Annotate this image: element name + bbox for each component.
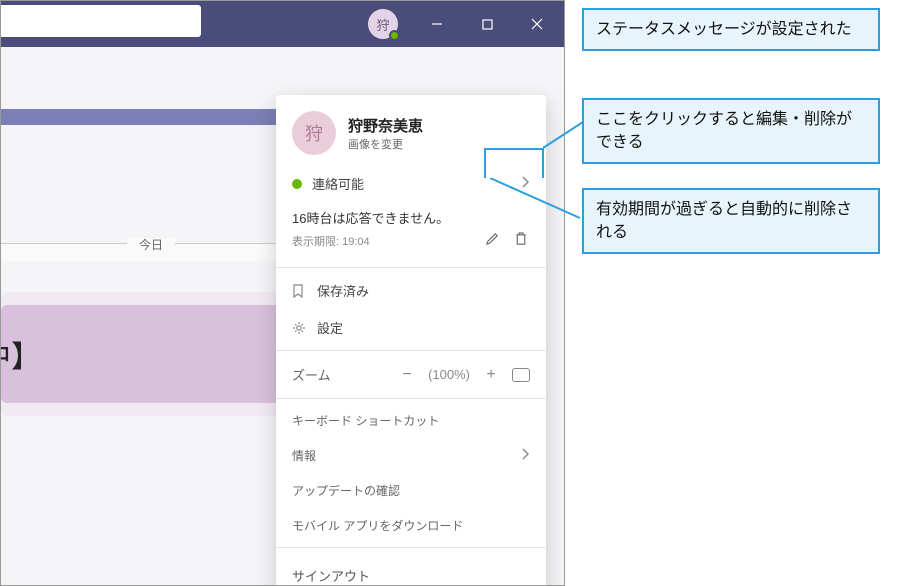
callout-1: ステータスメッセージが設定された: [582, 8, 880, 51]
check-updates-menu-item[interactable]: アップデートの確認: [276, 473, 546, 508]
info-label: 情報: [292, 447, 316, 464]
zoom-in-button[interactable]: +: [484, 366, 498, 384]
mobile-label: モバイル アプリをダウンロード: [292, 517, 463, 534]
change-image-link[interactable]: 画像を変更: [348, 136, 423, 152]
profile-name: 狩野奈美恵: [348, 115, 423, 136]
bookmark-icon: [292, 284, 307, 298]
minimize-button[interactable]: [416, 9, 458, 39]
date-separator: 今日: [1, 243, 301, 261]
titlebar: 狩: [1, 1, 564, 47]
settings-label: 設定: [317, 318, 343, 337]
header-strip: [1, 109, 301, 125]
status-available-icon: [292, 179, 302, 189]
settings-menu-item[interactable]: 設定: [276, 309, 546, 346]
updates-label: アップデートの確認: [292, 482, 400, 499]
banner-text: 日中】: [0, 332, 41, 376]
user-avatar-button[interactable]: 狩: [368, 9, 398, 39]
profile-header: 狩 狩野奈美恵 画像を変更: [276, 95, 546, 165]
search-input[interactable]: [0, 5, 201, 37]
close-button[interactable]: [516, 9, 558, 39]
separator: [276, 350, 546, 351]
app-window: 狩 今日 日中】 狩 狩野奈美恵 画像を変更: [0, 0, 565, 586]
app-content: 今日 日中】 狩 狩野奈美恵 画像を変更 連絡可能 16時台は応答: [1, 47, 564, 586]
shortcuts-menu-item[interactable]: キーボード ショートカット: [276, 403, 546, 438]
separator: [276, 398, 546, 399]
shortcuts-label: キーボード ショートカット: [292, 412, 439, 429]
zoom-value: (100%): [428, 367, 470, 382]
fullscreen-button[interactable]: [512, 368, 530, 382]
channel-banner: 日中】: [1, 305, 301, 403]
status-label: 連絡可能: [312, 174, 364, 193]
zoom-row: ズーム − (100%) +: [276, 355, 546, 394]
download-mobile-menu-item[interactable]: モバイル アプリをダウンロード: [276, 508, 546, 543]
info-menu-item[interactable]: 情報: [276, 438, 546, 473]
chevron-right-icon: [522, 448, 530, 463]
zoom-label: ズーム: [292, 365, 331, 384]
profile-popup: 狩 狩野奈美恵 画像を変更 連絡可能 16時台は応答できません。 表示期限: 1…: [276, 95, 546, 586]
zoom-out-button[interactable]: −: [400, 366, 414, 384]
delete-status-button[interactable]: [514, 231, 528, 251]
signout-menu-item[interactable]: サインアウト: [276, 552, 546, 586]
saved-label: 保存済み: [317, 281, 369, 300]
gear-icon: [292, 321, 307, 335]
callout-2: ここをクリックすると編集・削除ができる: [582, 98, 880, 164]
profile-avatar-icon: 狩: [292, 111, 336, 155]
presence-indicator-icon: [389, 30, 400, 41]
saved-menu-item[interactable]: 保存済み: [276, 272, 546, 309]
callout-3: 有効期間が過ぎると自動的に削除される: [582, 188, 880, 254]
edit-status-button[interactable]: [485, 231, 500, 251]
separator: [276, 547, 546, 548]
maximize-button[interactable]: [466, 9, 508, 39]
separator: [276, 267, 546, 268]
